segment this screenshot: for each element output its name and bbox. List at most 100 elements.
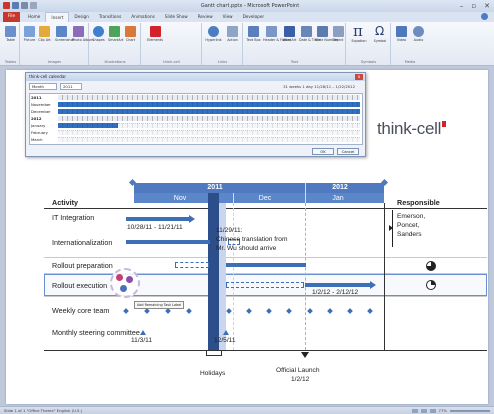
holidays-shading xyxy=(208,193,219,350)
rollout-prep-dashed[interactable] xyxy=(175,262,209,268)
maximize-icon[interactable]: ▫ xyxy=(471,1,476,11)
status-bar: Slide 1 of 1 "Office Theme" English (U.S… xyxy=(0,406,494,414)
redo-icon[interactable] xyxy=(30,2,37,9)
calendar-row[interactable]: December xyxy=(30,108,362,115)
view-select[interactable]: Month xyxy=(29,83,57,90)
zoom-level[interactable]: 77% xyxy=(439,408,447,413)
audio-button[interactable]: Audio xyxy=(411,26,426,50)
radial-menu-icon[interactable] xyxy=(126,276,133,283)
ribbon-group-illustrations: Shapes SmartArt Chart Illustrations xyxy=(90,23,141,65)
activity-label: Monthly steering committee xyxy=(52,328,140,337)
video-icon xyxy=(396,26,407,37)
dialog-close-button[interactable]: x xyxy=(355,74,363,80)
steering-milestone[interactable] xyxy=(223,330,229,335)
table-button[interactable]: Table xyxy=(4,26,17,50)
quick-access-toolbar xyxy=(3,2,37,10)
rollout-exec-dashed[interactable] xyxy=(226,282,304,288)
symbol-button[interactable]: Ω Symbol xyxy=(371,24,389,50)
tab-insert[interactable]: Insert xyxy=(45,12,70,22)
smartart-button[interactable]: SmartArt xyxy=(108,26,123,50)
tab-developer[interactable]: Developer xyxy=(238,12,270,22)
it-integration-bar[interactable] xyxy=(126,217,189,221)
object-button[interactable]: Object xyxy=(331,26,345,50)
launch-marker xyxy=(301,352,309,358)
close-icon[interactable]: ✕ xyxy=(484,1,490,11)
tab-view[interactable]: View xyxy=(218,12,238,22)
ribbon-group-tables: Table Tables xyxy=(2,23,20,65)
month-divider xyxy=(305,193,306,203)
holidays-shading-light xyxy=(219,203,226,350)
tab-slide-show[interactable]: Slide Show xyxy=(160,12,193,22)
object-icon xyxy=(332,26,344,37)
action-button[interactable]: Action xyxy=(225,26,240,50)
hyperlink-button[interactable]: Hyperlink xyxy=(205,26,222,50)
rollout-prep-bar[interactable] xyxy=(226,263,306,267)
calendar-row[interactable]: January xyxy=(30,122,362,129)
calendar-row[interactable]: February xyxy=(30,129,362,136)
calendar-row[interactable]: November xyxy=(30,101,362,108)
tab-review[interactable]: Review xyxy=(193,12,218,22)
slide-sorter-icon[interactable] xyxy=(420,408,427,413)
row-divider xyxy=(44,350,487,351)
title-bar: Gantt chart.pptx - Microsoft PowerPoint … xyxy=(0,0,494,12)
responsible-name: Sanders xyxy=(397,231,422,238)
pi-icon: π xyxy=(353,22,363,40)
save-icon[interactable] xyxy=(12,2,19,9)
slide-number-button[interactable]: Slide Number xyxy=(315,26,338,50)
radial-menu-icon[interactable] xyxy=(116,274,123,281)
help-icon[interactable] xyxy=(481,13,488,20)
normal-view-icon[interactable] xyxy=(411,408,418,413)
radial-context-menu[interactable] xyxy=(110,268,140,298)
undo-icon[interactable] xyxy=(21,2,28,9)
video-button[interactable]: Video xyxy=(394,26,409,50)
reading-view-icon[interactable] xyxy=(429,408,436,413)
file-tab[interactable]: File xyxy=(3,12,20,22)
responsible-brace-line xyxy=(392,210,393,247)
it-integration-range: 10/28/11 - 11/21/11 xyxy=(127,224,183,231)
dialog-title: think-cell calendar xyxy=(26,73,365,81)
screenshot-button[interactable]: Screenshot xyxy=(55,26,74,50)
calendar-grid[interactable]: 2011 November December 2012 January Febr… xyxy=(29,93,363,145)
internationalization-bar[interactable] xyxy=(126,240,210,244)
row-divider xyxy=(44,257,487,258)
cancel-button[interactable]: Cancel xyxy=(337,148,359,155)
year-select[interactable]: 2011 xyxy=(60,83,82,90)
calendar-row[interactable]: March xyxy=(30,136,362,143)
clip-art-button[interactable]: Clip Art xyxy=(38,26,51,50)
picture-button[interactable]: Picture xyxy=(23,26,36,50)
calendar-row: 2012 xyxy=(30,115,362,122)
think-cell-logo: think-cell xyxy=(377,119,447,139)
month-label-dec: Dec xyxy=(258,195,272,202)
date-time-button[interactable]: Date & Time xyxy=(299,26,320,50)
ribbon-tabs: Home Insert Design Transitions Animation… xyxy=(23,12,269,22)
tab-design[interactable]: Design xyxy=(69,12,93,22)
steering-milestone[interactable] xyxy=(140,330,146,335)
omega-icon: Ω xyxy=(375,24,385,38)
column-header-activity: Activity xyxy=(52,198,78,207)
minimize-icon[interactable]: – xyxy=(460,1,464,11)
wordart-button[interactable]: WordArt xyxy=(282,26,297,50)
tab-transitions[interactable]: Transitions xyxy=(94,12,126,22)
ribbon-group-links: Hyperlink Action Links xyxy=(203,23,243,65)
hyperlink-icon xyxy=(208,26,219,37)
powerpoint-app-icon[interactable] xyxy=(3,2,10,9)
radial-menu-icon[interactable] xyxy=(120,285,127,292)
tab-animations[interactable]: Animations xyxy=(126,12,160,22)
launch-label-line-1: Official Launch xyxy=(276,367,320,374)
chart-button[interactable]: Chart xyxy=(124,26,137,50)
rollout-exec-bar[interactable] xyxy=(305,283,370,287)
it-integration-arrow xyxy=(189,215,195,223)
activity-label: Internationalization xyxy=(52,238,113,247)
shapes-button[interactable]: Shapes xyxy=(92,26,105,50)
ok-button[interactable]: OK xyxy=(312,148,334,155)
photo-album-button[interactable]: Photo Album xyxy=(72,26,94,50)
text-box-button[interactable]: Text Box xyxy=(246,26,261,50)
tab-home[interactable]: Home xyxy=(23,12,45,22)
row-divider xyxy=(44,296,487,297)
header-footer-button[interactable]: Header & Footer xyxy=(263,26,291,50)
equation-button[interactable]: π Equation xyxy=(349,22,369,50)
activity-label: Weekly core team xyxy=(52,306,110,315)
elements-button[interactable]: Elements xyxy=(146,26,164,50)
ribbon-tab-row: File Home Insert Design Transitions Anim… xyxy=(0,12,494,22)
zoom-slider[interactable] xyxy=(450,409,490,412)
